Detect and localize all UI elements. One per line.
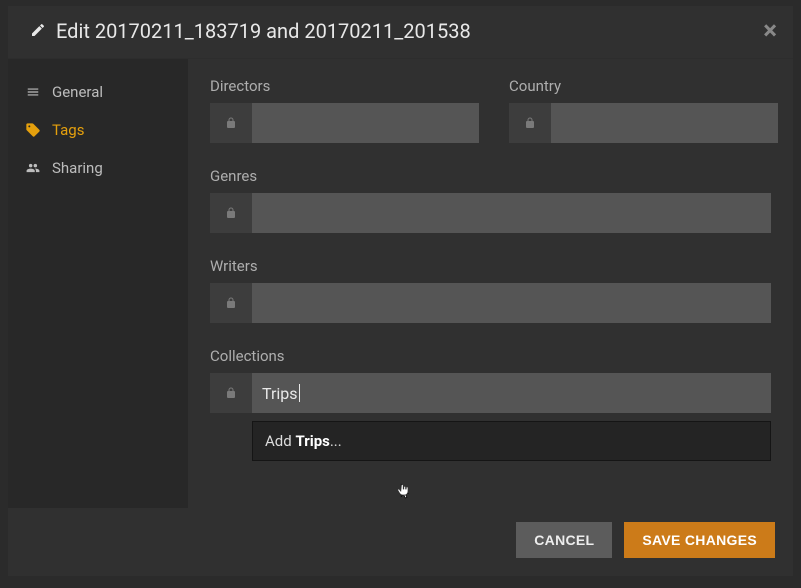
lock-icon[interactable] [210,283,252,323]
label-writers: Writers [210,257,771,275]
label-country: Country [509,77,778,95]
field-collections: Collections Trips Add Trips... [210,347,771,461]
content-panel: Directors Country [188,59,793,508]
label-collections: Collections [210,347,771,365]
pencil-icon [30,19,46,43]
label-genres: Genres [210,167,771,185]
sidebar-item-label: Tags [52,121,84,139]
text-caret [299,384,300,402]
modal-body: General Tags Sharing Directors [8,59,793,508]
modal-title: Edit 20170211_183719 and 20170211_201538 [56,19,471,43]
lock-icon[interactable] [210,103,252,143]
collections-input-value: Trips [262,384,298,403]
sidebar-item-label: Sharing [52,159,103,177]
sidebar-item-general[interactable]: General [8,73,188,111]
sidebar-item-label: General [52,83,103,101]
tags-icon [24,122,42,138]
writers-input[interactable] [252,283,771,323]
field-directors: Directors [210,77,479,143]
people-icon [24,161,42,175]
cancel-button[interactable]: CANCEL [516,522,612,558]
autocomplete-suffix: ... [330,432,342,450]
modal-footer: CANCEL SAVE CHANGES [8,508,793,576]
directors-input[interactable] [252,103,479,143]
field-genres: Genres [210,167,771,233]
sidebar-item-sharing[interactable]: Sharing [8,149,188,187]
sidebar: General Tags Sharing [8,59,188,508]
label-directors: Directors [210,77,479,95]
hamburger-icon [24,85,42,99]
lock-icon[interactable] [210,193,252,233]
autocomplete-prefix: Add [265,432,295,450]
genres-input[interactable] [252,193,771,233]
country-input[interactable] [551,103,778,143]
lock-icon[interactable] [210,373,252,413]
autocomplete-match: Trips [295,432,329,450]
close-icon[interactable]: × [763,18,777,44]
autocomplete-option[interactable]: Add Trips... [252,421,771,461]
field-writers: Writers [210,257,771,323]
edit-modal: Edit 20170211_183719 and 20170211_201538… [8,6,793,576]
modal-header: Edit 20170211_183719 and 20170211_201538… [8,6,793,59]
lock-icon[interactable] [509,103,551,143]
save-button[interactable]: SAVE CHANGES [624,522,775,558]
collections-input[interactable]: Trips [252,373,771,413]
field-country: Country [509,77,778,143]
sidebar-item-tags[interactable]: Tags [8,111,188,149]
modal-title-wrap: Edit 20170211_183719 and 20170211_201538 [30,19,471,43]
